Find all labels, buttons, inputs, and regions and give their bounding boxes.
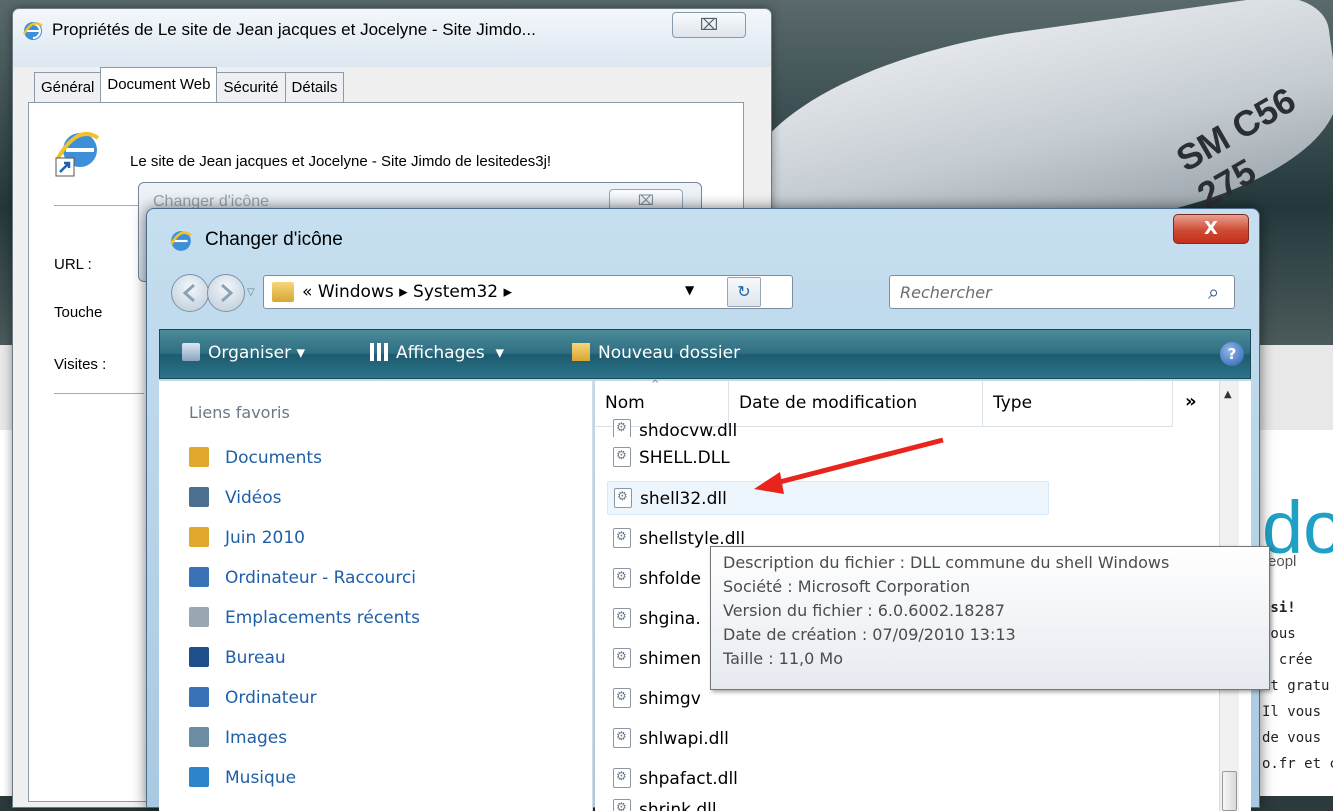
dll-file-icon <box>613 799 631 811</box>
annotation-arrow <box>754 437 944 494</box>
